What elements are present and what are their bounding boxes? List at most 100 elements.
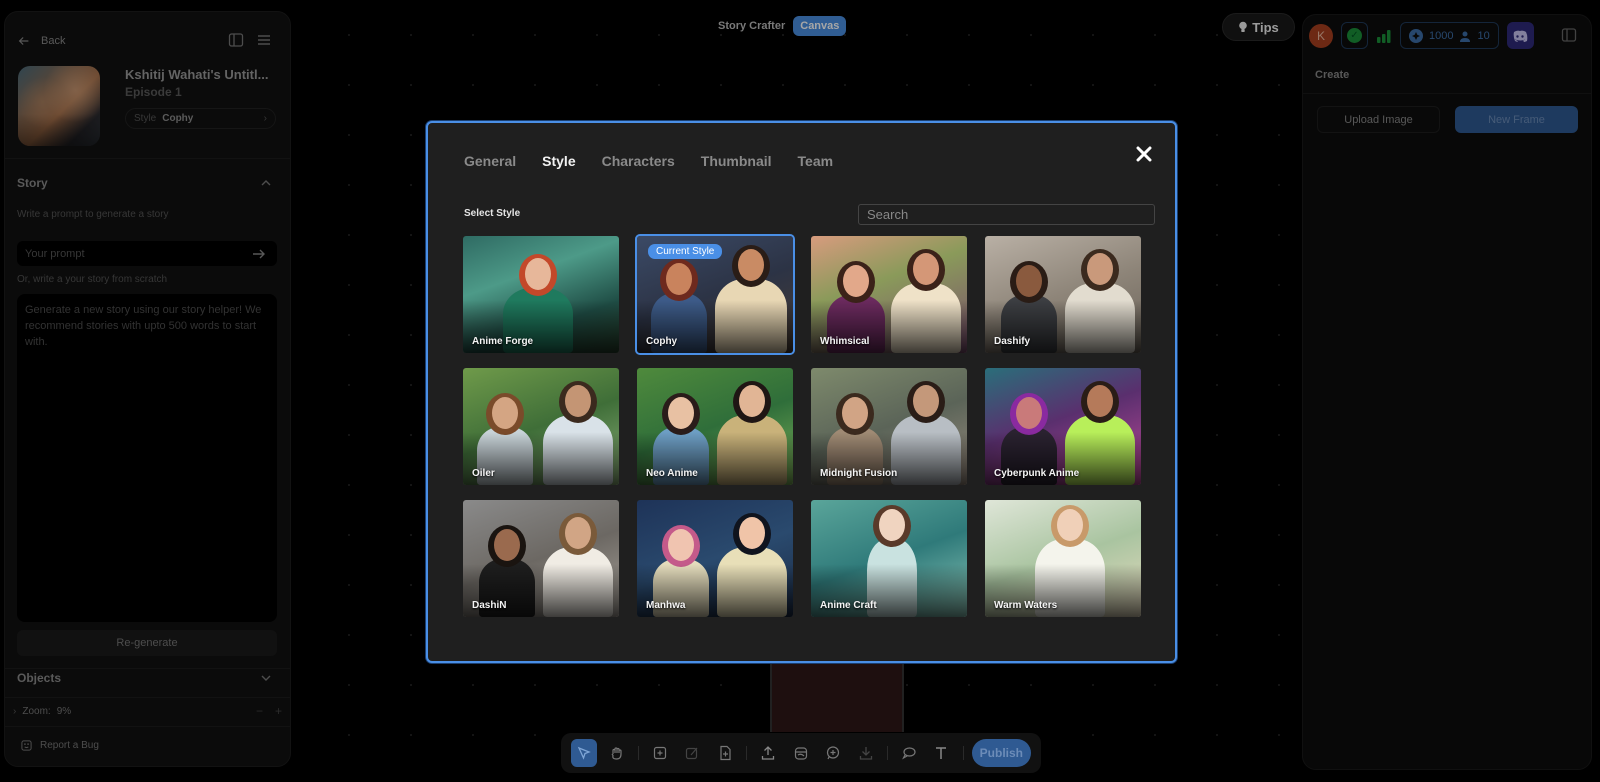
style-card-name: Cyberpunk Anime xyxy=(994,468,1080,479)
figure-head xyxy=(1016,265,1042,297)
expand-chevron-icon[interactable]: › xyxy=(13,706,16,717)
add-page-button[interactable] xyxy=(712,739,738,767)
zoom-value: 9% xyxy=(56,705,72,717)
lightbulb-icon xyxy=(1239,21,1248,32)
figure-head xyxy=(879,509,905,541)
credits-count: 1000 xyxy=(1429,29,1454,42)
tab-general[interactable]: General xyxy=(464,153,516,169)
figure-head xyxy=(913,385,939,417)
discord-button[interactable] xyxy=(1506,22,1534,49)
add-frame-button[interactable] xyxy=(647,739,673,767)
style-card[interactable]: Manhwa xyxy=(635,498,795,619)
check-circle-icon: ✓ xyxy=(1347,28,1362,43)
figure-head xyxy=(1057,509,1083,541)
publish-button[interactable]: Publish xyxy=(971,739,1031,767)
signal-bars-icon xyxy=(1377,29,1391,43)
style-card[interactable]: Oiler xyxy=(461,366,621,487)
style-search-input[interactable] xyxy=(858,204,1155,225)
divider xyxy=(962,746,964,760)
menu-icon[interactable] xyxy=(256,32,272,48)
edit-image-button[interactable] xyxy=(679,739,705,767)
figure-head xyxy=(525,258,551,290)
arrow-right-icon[interactable] xyxy=(251,246,267,262)
style-card[interactable]: Dashify xyxy=(983,234,1143,355)
tab-thumbnail[interactable]: Thumbnail xyxy=(701,153,772,169)
library-button[interactable] xyxy=(788,739,814,767)
panel-toggle-icon[interactable] xyxy=(1561,27,1577,43)
zoom-in-icon[interactable]: + xyxy=(275,704,282,718)
chevron-down-icon[interactable] xyxy=(260,672,272,684)
style-card-name: Whimsical xyxy=(820,336,870,347)
figure-head xyxy=(842,397,868,429)
text-icon xyxy=(936,747,947,759)
report-bug-link[interactable]: Report a Bug xyxy=(21,740,99,751)
user-avatar[interactable]: K xyxy=(1309,23,1333,48)
left-panel: Back Kshitij Wahati's Untitl... Episode … xyxy=(4,11,291,767)
chat-plus-icon xyxy=(827,746,840,760)
hand-icon xyxy=(611,747,622,760)
style-card[interactable]: Anime Forge xyxy=(461,234,621,355)
canvas-mode-badge[interactable]: Canvas xyxy=(793,16,847,36)
speech-bubble-button[interactable] xyxy=(896,739,922,767)
divider xyxy=(5,668,290,669)
episode-label: Episode 1 xyxy=(125,85,182,99)
upload-image-button[interactable]: Upload Image xyxy=(1317,106,1440,133)
download-button[interactable] xyxy=(852,739,878,767)
project-title: Kshitij Wahati's Untitl... xyxy=(125,67,269,82)
figure-head xyxy=(739,517,765,549)
credits-box[interactable]: 1000 10 xyxy=(1400,22,1499,49)
figure-head xyxy=(739,385,765,417)
style-card[interactable]: Current Style Cophy xyxy=(635,234,795,355)
story-section-title[interactable]: Story xyxy=(17,176,48,190)
style-selector[interactable]: Style Cophy › xyxy=(125,108,276,129)
figure-head xyxy=(1087,385,1113,417)
tab-team[interactable]: Team xyxy=(798,153,834,169)
story-textarea[interactable] xyxy=(17,294,277,622)
prompt-input[interactable] xyxy=(17,241,277,266)
divider xyxy=(1303,93,1591,94)
tips-button[interactable]: Tips xyxy=(1222,13,1295,41)
style-card[interactable]: Warm Waters xyxy=(983,498,1143,619)
objects-section-title[interactable]: Objects xyxy=(17,670,61,686)
tab-characters[interactable]: Characters xyxy=(602,153,675,169)
figure-head xyxy=(666,263,692,295)
style-card[interactable]: Neo Anime xyxy=(635,366,795,487)
current-style-badge: Current Style xyxy=(648,244,723,259)
image-edit-icon xyxy=(686,747,698,760)
style-card[interactable]: Whimsical xyxy=(809,234,969,355)
text-tool-button[interactable] xyxy=(928,739,954,767)
style-card-name: Oiler xyxy=(472,468,495,479)
speech-bubble-icon xyxy=(902,747,916,760)
style-card-name: Warm Waters xyxy=(994,600,1058,611)
figure-head xyxy=(668,397,694,429)
regenerate-button[interactable]: Re-generate xyxy=(17,630,277,656)
back-button[interactable]: Back xyxy=(17,34,65,48)
status-ok-button[interactable]: ✓ xyxy=(1341,22,1368,49)
close-icon[interactable] xyxy=(1133,143,1155,165)
style-card-name: Neo Anime xyxy=(646,468,698,479)
zoom-out-icon[interactable]: − xyxy=(256,704,263,718)
style-card[interactable]: Anime Craft xyxy=(809,498,969,619)
style-card[interactable]: Midnight Fusion xyxy=(809,366,969,487)
divider xyxy=(746,746,748,760)
chevron-right-icon: › xyxy=(263,113,267,124)
report-bug-label: Report a Bug xyxy=(40,740,99,751)
plus-square-icon xyxy=(653,746,667,760)
style-card-name: Manhwa xyxy=(646,600,686,611)
new-frame-button[interactable]: New Frame xyxy=(1455,106,1578,133)
add-bubble-button[interactable] xyxy=(820,739,846,767)
style-card[interactable]: DashiN xyxy=(461,498,621,619)
canvas-frame[interactable] xyxy=(770,662,904,732)
tab-style[interactable]: Style xyxy=(542,153,575,169)
hand-tool-button[interactable] xyxy=(603,739,629,767)
scratch-hint: Or, write a your story from scratch xyxy=(17,274,168,285)
credit-diamond-icon xyxy=(1409,28,1423,43)
figure-head xyxy=(843,265,869,297)
upload-button[interactable] xyxy=(755,739,781,767)
sidebar-toggle-icon[interactable] xyxy=(228,32,244,48)
project-thumbnail[interactable] xyxy=(18,66,100,146)
right-panel: K ✓ 1000 10 Create Upload Image New Fram… xyxy=(1302,14,1592,770)
select-tool-button[interactable] xyxy=(571,739,598,767)
style-card[interactable]: Cyberpunk Anime xyxy=(983,366,1143,487)
chevron-up-icon[interactable] xyxy=(260,177,272,189)
